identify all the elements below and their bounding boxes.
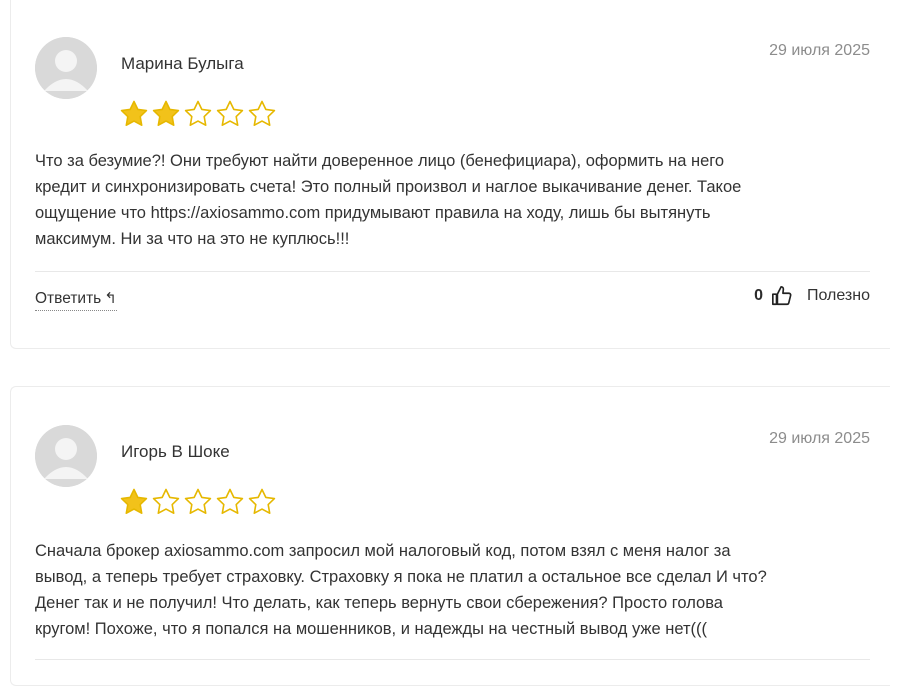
user-silhouette-icon [35, 425, 97, 487]
avatar [35, 425, 97, 487]
star-empty-icon [152, 488, 180, 514]
star-empty-icon [248, 100, 276, 126]
helpful-label: Полезно [807, 287, 870, 304]
review-card: Марина Булыга 29 июля 2025 Что за безуми… [10, 0, 890, 349]
divider [35, 271, 870, 272]
thumbs-up-icon[interactable] [771, 285, 793, 307]
star-filled-icon [120, 488, 148, 514]
review-text-line: ощущение что https://axiosammo.com приду… [35, 204, 711, 222]
star-rating [119, 487, 277, 517]
reply-button[interactable]: Ответить ↰ [35, 289, 117, 311]
star-filled-icon [152, 100, 180, 126]
reply-arrow-icon: ↰ [104, 290, 117, 307]
review-date: 29 июля 2025 [769, 430, 870, 447]
helpful-section: 0 Полезно [754, 285, 870, 307]
review-text-line: Денег так и не получил! Что делать, как … [35, 594, 723, 612]
review-text: Сначала брокер axiosammo.com запросил мо… [35, 538, 875, 642]
review-text-line: кругом! Похоже, что я попался на мошенни… [35, 620, 708, 638]
reply-label: Ответить [35, 290, 102, 307]
review-text-line: максимум. Ни за что на это не куплюсь!!! [35, 230, 350, 248]
review-text-line: Что за безумие?! Они требуют найти довер… [35, 152, 725, 170]
review-text: Что за безумие?! Они требуют найти довер… [35, 148, 875, 252]
review-author: Марина Булыга [121, 54, 244, 73]
review-text-line: вывод, а теперь требует страховку. Страх… [35, 568, 767, 586]
review-author: Игорь В Шоке [121, 442, 230, 461]
star-empty-icon [216, 488, 244, 514]
star-empty-icon [248, 488, 276, 514]
star-rating [119, 99, 277, 129]
user-silhouette-icon [35, 37, 97, 99]
avatar [35, 37, 97, 99]
divider [35, 659, 870, 660]
star-filled-icon [120, 100, 148, 126]
review-text-line: Сначала брокер axiosammo.com запросил мо… [35, 542, 731, 560]
review-card: Игорь В Шоке 29 июля 2025 Сначала брокер… [10, 386, 890, 686]
star-empty-icon [184, 488, 212, 514]
star-empty-icon [216, 100, 244, 126]
review-text-line: кредит и синхронизировать счета! Это пол… [35, 178, 742, 196]
helpful-count: 0 [754, 287, 763, 304]
star-empty-icon [184, 100, 212, 126]
review-date: 29 июля 2025 [769, 42, 870, 59]
